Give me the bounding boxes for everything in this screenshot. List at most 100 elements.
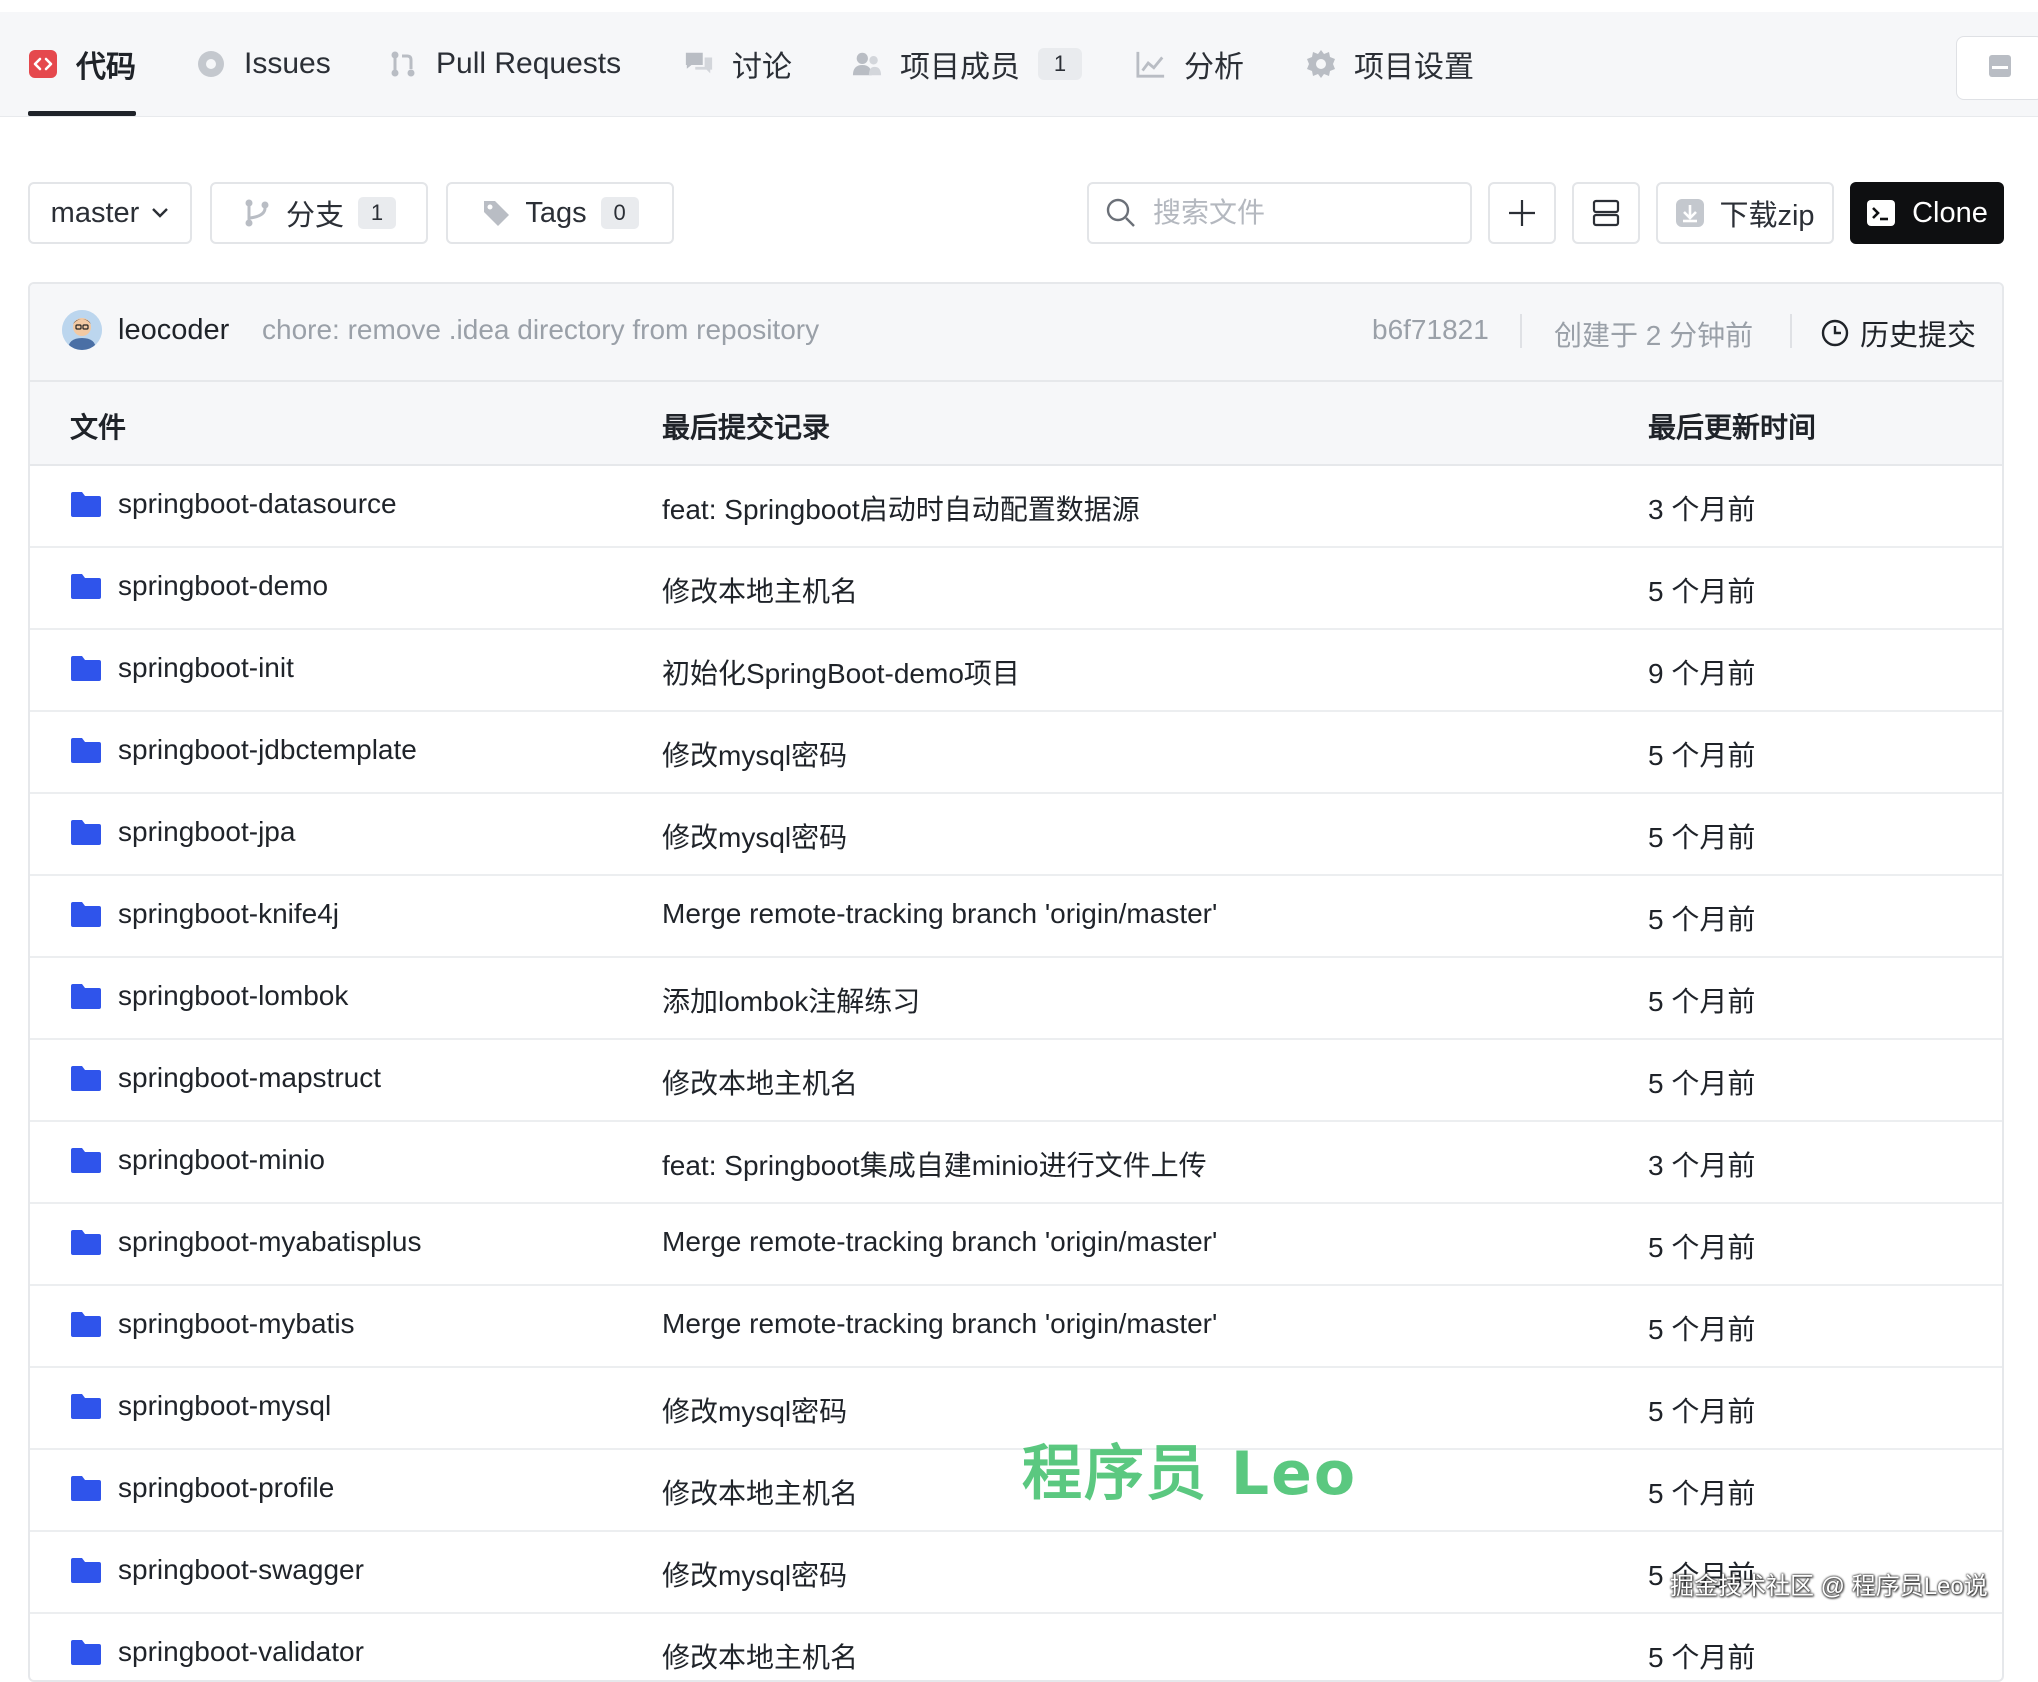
clone-label: Clone	[1912, 196, 1988, 229]
last-commit-message[interactable]: 修改mysql密码	[662, 816, 847, 856]
tab-discussions[interactable]: 讨论	[684, 12, 792, 116]
branch-select-value: master	[50, 196, 140, 229]
tab-analytics[interactable]: 分析	[1136, 12, 1244, 116]
commit-history-link[interactable]: 历史提交	[1820, 312, 1976, 354]
table-row[interactable]: springboot-knife4j Merge remote-tracking …	[30, 876, 2002, 958]
tags-button[interactable]: Tags 0	[446, 182, 674, 244]
last-commit-message[interactable]: 修改本地主机名	[662, 1636, 858, 1676]
folder-icon	[70, 1556, 102, 1584]
table-row[interactable]: springboot-lombok 添加lombok注解练习 5 个月前	[30, 958, 2002, 1040]
tab-members[interactable]: 项目成员 1	[852, 12, 1082, 116]
file-name-link[interactable]: springboot-jpa	[70, 816, 295, 848]
clone-button[interactable]: Clone	[1850, 182, 2004, 244]
table-row[interactable]: springboot-validator 修改本地主机名 5 个月前	[30, 1614, 2002, 1680]
file-name-link[interactable]: springboot-datasource	[70, 488, 397, 520]
file-name: springboot-lombok	[118, 980, 349, 1011]
table-row[interactable]: springboot-jdbctemplate 修改mysql密码 5 个月前	[30, 712, 2002, 794]
last-updated-time: 3 个月前	[1648, 494, 1756, 525]
commit-created-time: 创建于 2 分钟前	[1554, 320, 1754, 351]
layout-icon	[1591, 198, 1621, 228]
file-name-link[interactable]: springboot-mysql	[70, 1390, 331, 1422]
add-file-button[interactable]	[1488, 182, 1556, 244]
tab-label: 代码	[76, 51, 136, 84]
gear-icon	[1306, 49, 1336, 79]
avatar[interactable]	[62, 310, 102, 350]
last-commit-message[interactable]: 初始化SpringBoot-demo项目	[662, 652, 1020, 692]
tab-settings[interactable]: 项目设置	[1306, 12, 1474, 116]
last-commit-message[interactable]: feat: Springboot启动时自动配置数据源	[662, 488, 1140, 528]
divider	[1790, 314, 1792, 348]
last-commit-message[interactable]: 修改mysql密码	[662, 1390, 847, 1430]
commit-author[interactable]: leocoder	[118, 314, 229, 347]
last-commit-message[interactable]: 修改mysql密码	[662, 734, 847, 774]
table-row[interactable]: springboot-profile 修改本地主机名 5 个月前	[30, 1450, 2002, 1532]
file-name-link[interactable]: springboot-jdbctemplate	[70, 734, 417, 766]
last-commit-message[interactable]: Merge remote-tracking branch 'origin/mas…	[662, 1226, 1217, 1258]
last-commit-message[interactable]: 修改本地主机名	[662, 1062, 858, 1102]
file-name-link[interactable]: springboot-demo	[70, 570, 328, 602]
file-list: springboot-datasource feat: Springboot启动时…	[30, 466, 2002, 1680]
tab-label: 讨论	[732, 51, 792, 84]
last-updated-time: 5 个月前	[1648, 1478, 1756, 1509]
table-row[interactable]: springboot-minio feat: Springboot集成自建mini…	[30, 1122, 2002, 1204]
file-name-link[interactable]: springboot-myabatisplus	[70, 1226, 422, 1258]
table-row[interactable]: springboot-demo 修改本地主机名 5 个月前	[30, 548, 2002, 630]
folder-icon	[70, 1228, 102, 1256]
folder-icon	[70, 1638, 102, 1666]
last-updated-time: 5 个月前	[1648, 1232, 1756, 1263]
members-icon	[852, 49, 882, 79]
tags-count-badge: 0	[600, 197, 639, 229]
file-name: springboot-profile	[118, 1472, 335, 1503]
branch-select[interactable]: master	[28, 182, 192, 244]
file-name-link[interactable]: springboot-lombok	[70, 980, 348, 1012]
table-row[interactable]: springboot-myabatisplus Merge remote-trac…	[30, 1204, 2002, 1286]
last-commit-message[interactable]: 修改mysql密码	[662, 1554, 847, 1594]
commit-message[interactable]: chore: remove .idea directory from repos…	[262, 314, 819, 346]
last-commit-message[interactable]: Merge remote-tracking branch 'origin/mas…	[662, 898, 1217, 930]
file-name: springboot-datasource	[118, 488, 397, 519]
tab-label: 项目设置	[1354, 51, 1474, 84]
file-name-link[interactable]: springboot-init	[70, 652, 294, 684]
table-row[interactable]: springboot-datasource feat: Springboot启动时…	[30, 466, 2002, 548]
last-updated-time: 5 个月前	[1648, 740, 1756, 771]
last-commit-message[interactable]: 添加lombok注解练习	[662, 980, 920, 1020]
last-commit-message[interactable]: 修改本地主机名	[662, 1472, 858, 1512]
download-icon	[1675, 198, 1705, 228]
folder-icon	[70, 654, 102, 682]
last-commit-message[interactable]: Merge remote-tracking branch 'origin/mas…	[662, 1308, 1217, 1340]
file-name-link[interactable]: springboot-mapstruct	[70, 1062, 381, 1094]
sidebar-toggle-button[interactable]	[1956, 36, 2038, 100]
file-name-link[interactable]: springboot-mybatis	[70, 1308, 355, 1340]
branches-button[interactable]: 分支 1	[210, 182, 428, 244]
file-name: springboot-demo	[118, 570, 329, 601]
table-row[interactable]: springboot-mybatis Merge remote-tracking …	[30, 1286, 2002, 1368]
tab-issues[interactable]: Issues	[196, 12, 331, 116]
last-commit-message[interactable]: 修改本地主机名	[662, 570, 858, 610]
file-name: springboot-validator	[118, 1636, 364, 1667]
search-input[interactable]	[1151, 196, 1455, 230]
last-commit-message[interactable]: feat: Springboot集成自建minio进行文件上传	[662, 1144, 1207, 1184]
folder-icon	[70, 1310, 102, 1338]
tab-code[interactable]: 代码	[28, 12, 136, 116]
web-ide-button[interactable]	[1572, 182, 1640, 244]
download-label: 下载zip	[1719, 200, 1815, 232]
file-name-link[interactable]: springboot-validator	[70, 1636, 364, 1668]
last-updated-time: 5 个月前	[1648, 1642, 1756, 1673]
table-row[interactable]: springboot-init 初始化SpringBoot-demo项目 9 个月前	[30, 630, 2002, 712]
file-search[interactable]	[1087, 182, 1472, 244]
file-name: springboot-jpa	[118, 816, 296, 847]
tab-pull-requests[interactable]: Pull Requests	[388, 12, 621, 116]
last-updated-time: 3 个月前	[1648, 1150, 1756, 1181]
last-updated-time: 9 个月前	[1648, 658, 1756, 689]
table-row[interactable]: springboot-mapstruct 修改本地主机名 5 个月前	[30, 1040, 2002, 1122]
file-name-link[interactable]: springboot-minio	[70, 1144, 325, 1176]
file-name-link[interactable]: springboot-swagger	[70, 1554, 364, 1586]
table-row[interactable]: springboot-jpa 修改mysql密码 5 个月前	[30, 794, 2002, 876]
file-name-link[interactable]: springboot-knife4j	[70, 898, 339, 930]
download-zip-button[interactable]: 下载zip	[1656, 182, 1834, 244]
table-row[interactable]: springboot-mysql 修改mysql密码 5 个月前	[30, 1368, 2002, 1450]
file-name: springboot-mapstruct	[118, 1062, 382, 1093]
panel-icon	[1986, 52, 2014, 85]
file-name-link[interactable]: springboot-profile	[70, 1472, 334, 1504]
commit-hash[interactable]: b6f71821	[1372, 314, 1489, 346]
